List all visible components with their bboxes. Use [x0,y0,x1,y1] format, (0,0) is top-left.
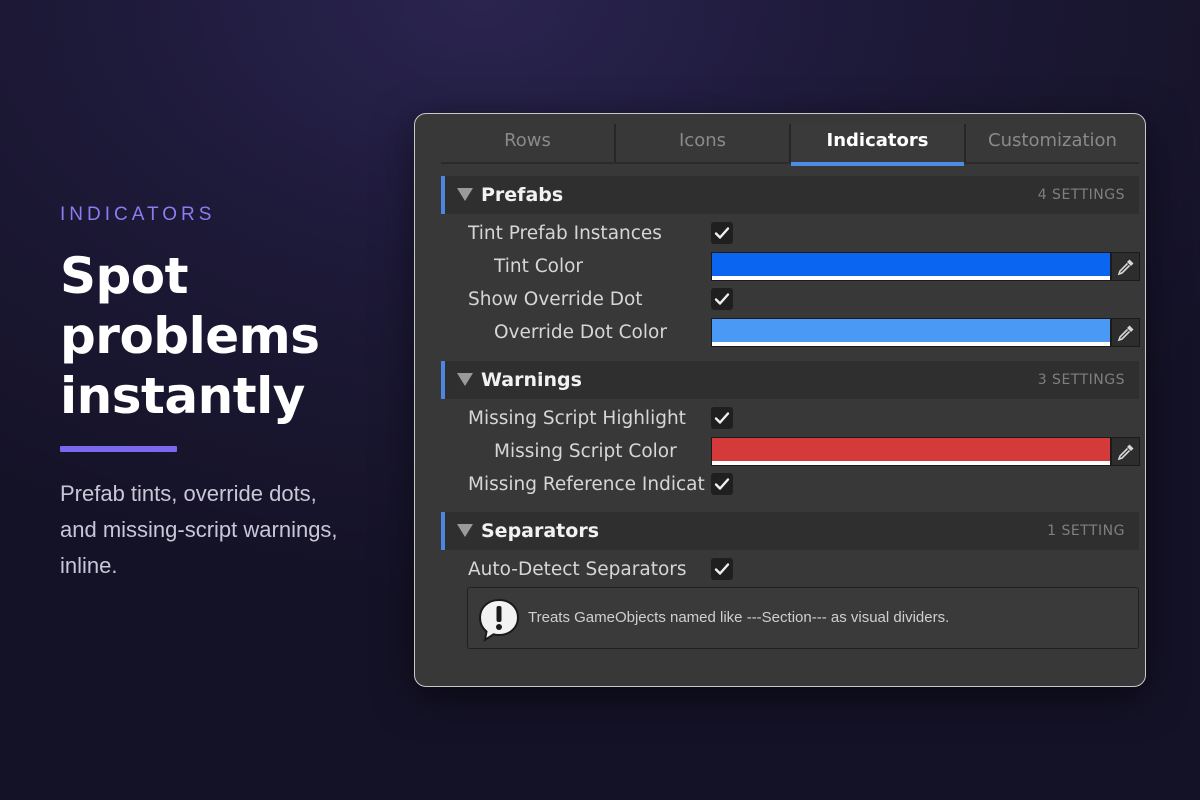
checkbox[interactable] [711,407,733,429]
settings-count: 1 SETTING [1047,523,1125,539]
hero: INDICATORS Spot problems instantly Prefa… [60,204,390,584]
tab-indicators[interactable]: Indicators [791,124,966,166]
alpha-bar [712,461,1110,465]
setting-label: Show Override Dot [468,289,643,310]
color-swatch [712,319,1110,343]
setting-row-missing-script-highlight: Missing Script Highlight [468,402,1158,435]
section-header-separators[interactable]: Separators 1 SETTING [441,512,1139,550]
headline-line: problems [60,307,320,365]
blurb-line: and missing-script warnings, [60,517,338,542]
setting-label: Auto-Detect Separators [468,559,687,580]
help-text: Treats GameObjects named like ---Section… [528,609,950,626]
eyedropper-button[interactable] [1111,437,1140,466]
section-title: Separators [481,520,599,542]
eyedropper-button[interactable] [1111,252,1140,281]
settings-count: 3 SETTINGS [1037,372,1125,388]
eyedropper-icon [1117,325,1134,342]
checkmark-icon [714,412,730,424]
checkmark-icon [714,227,730,239]
checkbox[interactable] [711,473,733,495]
setting-label: Missing Script Color [494,441,677,462]
tab-customization[interactable]: Customization [966,124,1139,162]
color-swatch [712,438,1110,462]
setting-label: Tint Prefab Instances [468,223,662,244]
setting-label: Missing Reference Indicat [468,474,705,495]
color-swatch [712,253,1110,277]
setting-row-auto-detect-separators: Auto-Detect Separators [468,553,1158,586]
settings-count: 4 SETTINGS [1037,187,1125,203]
checkbox[interactable] [711,558,733,580]
color-field[interactable] [711,437,1111,466]
triangle-down-icon[interactable] [457,373,473,386]
headline-line: instantly [60,367,305,425]
headline: Spot problems instantly [60,246,390,426]
blurb-line: inline. [60,553,118,578]
eyedropper-icon [1117,444,1134,461]
settings-panel: Rows Icons Indicators Customization Pref… [414,113,1146,687]
checkbox[interactable] [711,222,733,244]
tab-bar: Rows Icons Indicators Customization [441,124,1139,166]
setting-row-tint-prefab-instances: Tint Prefab Instances [468,217,1158,250]
setting-label: Override Dot Color [494,322,667,343]
color-field[interactable] [711,318,1111,347]
alpha-bar [712,276,1110,280]
alpha-bar [712,342,1110,346]
checkmark-icon [714,563,730,575]
eyedropper-icon [1117,259,1134,276]
section-title: Warnings [481,369,582,391]
checkmark-icon [714,478,730,490]
color-field[interactable] [711,252,1111,281]
blurb-line: Prefab tints, override dots, [60,481,317,506]
setting-row-missing-script-color: Missing Script Color [468,435,1158,468]
accent-rule [60,446,177,452]
warning-bubble-icon [478,598,520,643]
eyedropper-button[interactable] [1111,318,1140,347]
checkbox[interactable] [711,288,733,310]
blurb: Prefab tints, override dots, and missing… [60,476,390,584]
triangle-down-icon[interactable] [457,524,473,537]
section-header-prefabs[interactable]: Prefabs 4 SETTINGS [441,176,1139,214]
setting-row-tint-color: Tint Color [468,250,1158,283]
tab-icons[interactable]: Icons [616,124,791,162]
section-title: Prefabs [481,184,564,206]
triangle-down-icon[interactable] [457,188,473,201]
headline-line: Spot [60,247,189,305]
tab-rows[interactable]: Rows [441,124,616,162]
eyebrow: INDICATORS [60,204,216,225]
setting-row-missing-reference-indicator: Missing Reference Indicat [468,468,1158,501]
setting-row-show-override-dot: Show Override Dot [468,283,1158,316]
setting-label: Missing Script Highlight [468,408,686,429]
section-header-warnings[interactable]: Warnings 3 SETTINGS [441,361,1139,399]
setting-label: Tint Color [494,256,584,277]
help-box: Treats GameObjects named like ---Section… [467,587,1139,649]
setting-row-override-dot-color: Override Dot Color [468,316,1158,349]
checkmark-icon [714,293,730,305]
